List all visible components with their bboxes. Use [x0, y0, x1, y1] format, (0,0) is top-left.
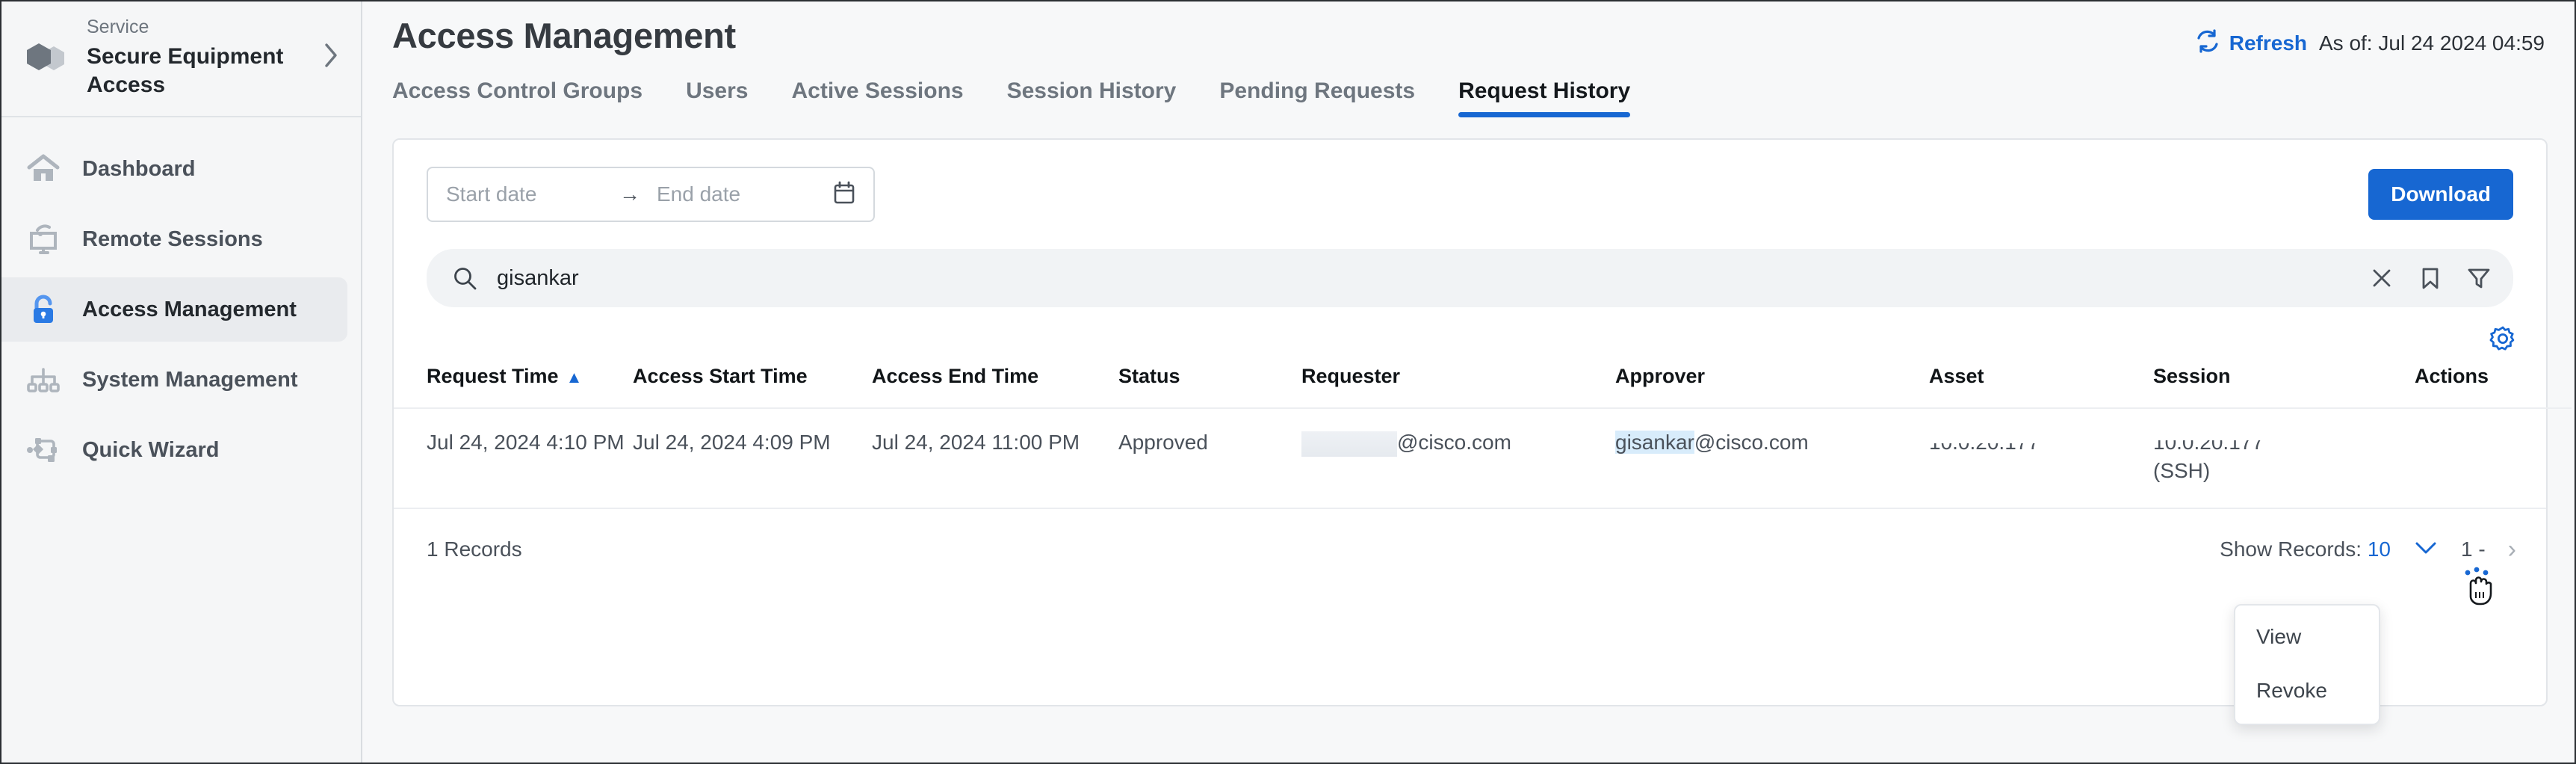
sidebar-item-dashboard[interactable]: Dashboard — [1, 137, 347, 201]
sidebar-item-system-management[interactable]: System Management — [1, 348, 347, 412]
sidebar-nav: Dashboard Remote Sessions — [1, 117, 361, 482]
remote-monitor-icon — [24, 220, 63, 259]
show-records-text: Show Records: — [2220, 537, 2362, 561]
sort-asc-icon: ▲ — [566, 368, 583, 386]
calendar-icon[interactable] — [833, 181, 855, 209]
hexagon-logo-icon — [24, 34, 70, 81]
sidebar-item-label: Quick Wizard — [82, 438, 219, 463]
service-name: Secure Equipment Access — [87, 43, 306, 100]
redaction-box — [1929, 421, 2102, 443]
cell-approver: gisankar@cisco.com — [1615, 408, 1929, 508]
request-history-table: Request Time ▲ Access Start Time Access E… — [394, 357, 2572, 508]
arrow-right-icon: → — [619, 182, 640, 206]
table-settings-row — [394, 307, 2546, 357]
as-of-timestamp: As of: Jul 24 2024 04:59 — [2319, 31, 2545, 55]
search-icon — [452, 265, 477, 291]
header-actions: Refresh As of: Jul 24 2024 04:59 — [2195, 15, 2545, 58]
page-title: Access Management — [392, 15, 736, 56]
column-header-actions[interactable]: Actions — [2415, 357, 2572, 408]
cell-actions — [2415, 408, 2572, 508]
table-footer: 1 Records Show Records: 10 1 - › — [394, 508, 2546, 576]
show-records-label: Show Records: 10 — [2220, 537, 2391, 561]
cell-access-end-time: Jul 24, 2024 11:00 PM — [872, 408, 1118, 508]
approver-match-highlight: gisankar — [1615, 431, 1694, 454]
chevron-right-icon — [322, 40, 341, 74]
tab-active-sessions[interactable]: Active Sessions — [791, 78, 963, 117]
tab-users[interactable]: Users — [686, 78, 748, 117]
table-row: Jul 24, 2024 4:10 PM Jul 24, 2024 4:09 P… — [394, 408, 2572, 508]
search-input[interactable]: gisankar — [497, 266, 2350, 291]
refresh-icon — [2195, 28, 2220, 58]
gear-icon[interactable] — [2488, 324, 2518, 357]
column-header-session[interactable]: Session — [2153, 357, 2415, 408]
lock-icon — [24, 290, 63, 329]
column-header-approver[interactable]: Approver — [1615, 357, 1929, 408]
date-range-picker[interactable]: Start date → End date — [427, 167, 875, 222]
page-range: 1 - — [2461, 537, 2486, 561]
column-header-access-end-time[interactable]: Access End Time — [872, 357, 1118, 408]
tab-access-control-groups[interactable]: Access Control Groups — [392, 78, 643, 117]
application-window: Service Secure Equipment Access Dashboar… — [0, 0, 2576, 764]
tab-bar: Access Control Groups Users Active Sessi… — [362, 58, 2575, 117]
sidebar-item-quick-wizard[interactable]: Quick Wizard — [1, 418, 347, 482]
sidebar: Service Secure Equipment Access Dashboar… — [1, 1, 362, 763]
cell-access-start-time: Jul 24, 2024 4:09 PM — [633, 408, 872, 508]
card-toolbar: Start date → End date Download — [394, 140, 2546, 222]
menu-item-view[interactable]: View — [2235, 617, 2379, 656]
sidebar-item-access-management[interactable]: Access Management — [1, 277, 347, 342]
table-header-row: Request Time ▲ Access Start Time Access E… — [394, 357, 2572, 408]
search-actions — [2370, 266, 2491, 290]
table-body: Jul 24, 2024 4:10 PM Jul 24, 2024 4:09 P… — [394, 408, 2572, 508]
column-header-asset[interactable]: Asset — [1929, 357, 2153, 408]
table-head: Request Time ▲ Access Start Time Access E… — [394, 357, 2572, 408]
bookmark-icon[interactable] — [2419, 266, 2442, 290]
show-records-value[interactable]: 10 — [2368, 537, 2391, 561]
page-header: Access Management Refresh As of: Jul 24 … — [362, 1, 2575, 58]
requester-domain: @cisco.com — [1397, 431, 1511, 454]
sidebar-item-label: Remote Sessions — [82, 227, 263, 252]
refresh-label: Refresh — [2229, 31, 2307, 55]
org-chart-icon — [24, 360, 63, 399]
cell-requester: @cisco.com — [1301, 408, 1615, 508]
refresh-button[interactable]: Refresh — [2195, 28, 2307, 58]
cell-asset: 10.0.20.177 — [1929, 408, 2153, 508]
sidebar-item-label: Dashboard — [82, 157, 195, 182]
request-history-card: Start date → End date Download — [392, 138, 2548, 706]
menu-item-revoke[interactable]: Revoke — [2235, 671, 2379, 710]
close-icon[interactable] — [2370, 266, 2394, 290]
session-protocol: (SSH) — [2153, 459, 2210, 482]
sidebar-item-remote-sessions[interactable]: Remote Sessions — [1, 207, 347, 271]
start-date-input[interactable]: Start date — [446, 182, 603, 206]
column-header-requester[interactable]: Requester — [1301, 357, 1615, 408]
service-kicker: Service — [87, 15, 306, 40]
approver-domain: @cisco.com — [1694, 431, 1809, 454]
next-page-icon[interactable]: › — [2508, 535, 2516, 564]
record-count: 1 Records — [427, 537, 522, 561]
redacted-username — [1301, 431, 1397, 457]
search-bar[interactable]: gisankar — [427, 249, 2513, 307]
filter-icon[interactable] — [2467, 266, 2491, 290]
home-icon — [24, 150, 63, 188]
sidebar-item-label: Access Management — [82, 298, 297, 322]
tab-pending-requests[interactable]: Pending Requests — [1219, 78, 1415, 117]
tab-session-history[interactable]: Session History — [1007, 78, 1177, 117]
column-header-request-time[interactable]: Request Time ▲ — [394, 357, 633, 408]
sidebar-item-label: System Management — [82, 368, 298, 392]
row-actions-menu: View Revoke — [2234, 604, 2380, 725]
tab-request-history[interactable]: Request History — [1458, 78, 1630, 117]
end-date-input[interactable]: End date — [657, 182, 817, 206]
download-button[interactable]: Download — [2368, 169, 2513, 220]
cell-session: 10.0.20.177(SSH) — [2153, 408, 2415, 508]
service-selector[interactable]: Service Secure Equipment Access — [1, 1, 361, 117]
redaction-box — [2153, 418, 2316, 440]
cell-request-time: Jul 24, 2024 4:10 PM — [394, 408, 633, 508]
column-header-status[interactable]: Status — [1118, 357, 1301, 408]
chevron-down-icon[interactable] — [2413, 540, 2439, 560]
workflow-icon — [24, 431, 63, 469]
column-header-access-start-time[interactable]: Access Start Time — [633, 357, 872, 408]
pagination: Show Records: 10 1 - › — [2220, 535, 2516, 564]
column-label: Request Time — [427, 365, 559, 387]
cell-status: Approved — [1118, 408, 1301, 508]
